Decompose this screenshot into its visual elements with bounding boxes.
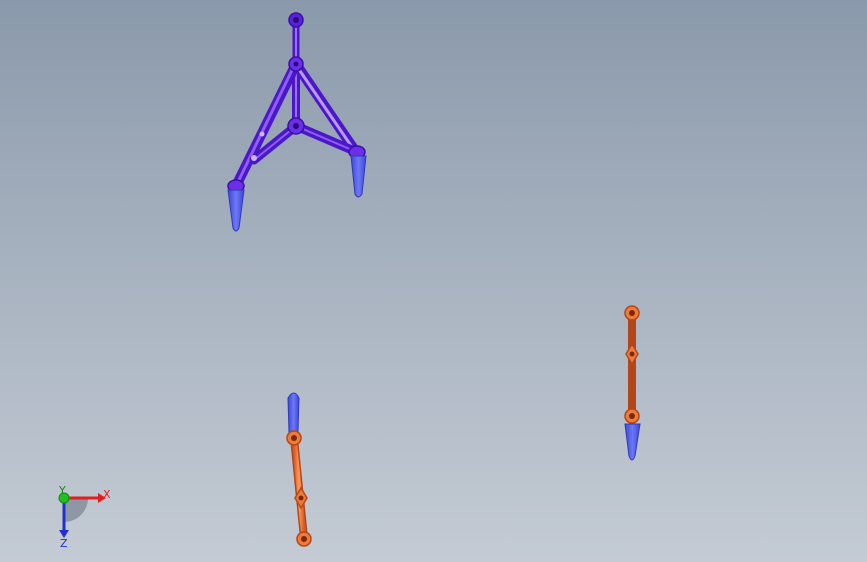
tie-rod-link-lower[interactable] xyxy=(286,392,312,547)
a-arm-part[interactable] xyxy=(227,12,366,193)
triad-x-label: X xyxy=(103,488,111,501)
tie-rod-link-right[interactable] xyxy=(624,305,641,461)
triad-z-label: Z xyxy=(60,537,68,550)
model-canvas xyxy=(227,12,641,547)
triad-y-label: Y xyxy=(58,484,66,497)
graphics-viewport[interactable]: X Y Z xyxy=(0,0,867,562)
bushing-right[interactable] xyxy=(350,155,367,198)
bushing-left[interactable] xyxy=(227,189,245,232)
orientation-triad: X Y Z xyxy=(40,480,120,550)
